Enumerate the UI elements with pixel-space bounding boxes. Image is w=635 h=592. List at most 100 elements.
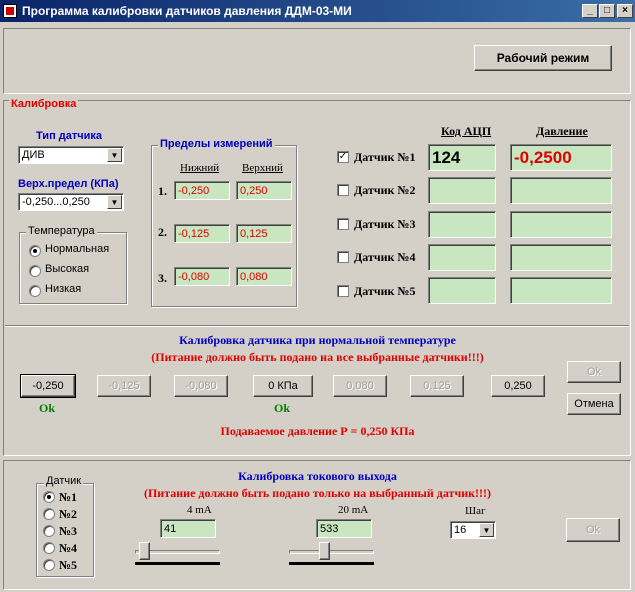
- step-select[interactable]: 16 ▼: [450, 521, 496, 539]
- sensor-select-title: Датчик: [44, 475, 84, 487]
- slider-thumb[interactable]: [139, 542, 150, 560]
- sensor-type-value: ДИВ: [22, 149, 45, 161]
- calib-ok-button[interactable]: Ok: [567, 361, 621, 383]
- ma20-value-field[interactable]: 533: [316, 519, 372, 538]
- slider-thumb[interactable]: [319, 542, 330, 560]
- temp-high-radio[interactable]: [29, 265, 41, 277]
- divider: [5, 325, 629, 327]
- sensor-5-pressure-field[interactable]: [510, 277, 612, 304]
- limit-lower-1-field[interactable]: -0,250: [174, 181, 230, 200]
- sensor-radio-label: №5: [59, 558, 78, 572]
- pressure-header: Давление: [536, 124, 588, 138]
- sensor-3-pressure-field[interactable]: [510, 211, 612, 238]
- sensor-3-label: Датчик №3: [354, 217, 416, 231]
- sensor-radio-3[interactable]: [43, 525, 55, 537]
- ma20-slider[interactable]: [289, 542, 374, 565]
- sensor-5-label: Датчик №5: [354, 284, 416, 298]
- calib-point-m0080-button[interactable]: -0,080: [174, 375, 228, 397]
- calib-cancel-button[interactable]: Отмена: [567, 393, 621, 415]
- normal-calib-title: Калибровка датчика при нормальной темпер…: [179, 333, 456, 347]
- limit-lower-3-field[interactable]: -0,080: [174, 267, 230, 286]
- temp-normal-radio[interactable]: [29, 245, 41, 257]
- limit-upper-1-field[interactable]: 0,250: [236, 181, 292, 200]
- ma4-slider[interactable]: [135, 542, 220, 565]
- sensor-radio-label: №3: [59, 524, 78, 538]
- slider-underline: [289, 562, 374, 565]
- ok-status-2: Ok: [274, 401, 291, 415]
- current-output-title: Калибровка токового выхода: [238, 469, 397, 483]
- temp-normal-label: Нормальная: [45, 243, 110, 255]
- slider-track: [289, 550, 374, 554]
- applied-pressure-text: Подаваемое давление Р = 0,250 КПа: [220, 424, 415, 438]
- sensor-1-checkbox[interactable]: ✓: [337, 151, 349, 163]
- current-ok-button[interactable]: Ok: [566, 518, 620, 542]
- window-title: Программа калибровки датчиков давления Д…: [22, 4, 352, 18]
- sensor-5-checkbox[interactable]: [337, 285, 349, 297]
- sensor-radio-label: №2: [59, 507, 78, 521]
- sensor-1-adc-field[interactable]: 124: [428, 144, 496, 171]
- upper-limit-select[interactable]: -0,250...0,250 ▼: [18, 193, 124, 211]
- limit-upper-2-field[interactable]: 0,125: [236, 224, 292, 243]
- ma4-value-field[interactable]: 41: [160, 519, 216, 538]
- temperature-title: Температура: [26, 225, 97, 237]
- calib-point-zero-button[interactable]: 0 КПа: [253, 375, 313, 397]
- close-button[interactable]: ×: [617, 4, 633, 18]
- sensor-2-checkbox[interactable]: [337, 184, 349, 196]
- chevron-down-icon[interactable]: ▼: [107, 195, 122, 209]
- limits-lower-header: Нижний: [180, 162, 220, 174]
- work-mode-button[interactable]: Рабочий режим: [474, 45, 612, 71]
- chevron-down-icon[interactable]: ▼: [107, 148, 122, 162]
- limit-lower-2-field[interactable]: -0,125: [174, 224, 230, 243]
- app-icon: [3, 4, 17, 18]
- limit-upper-3-field[interactable]: 0,080: [236, 267, 292, 286]
- sensor-4-pressure-field[interactable]: [510, 244, 612, 271]
- calib-point-p0080-button[interactable]: 0,080: [333, 375, 387, 397]
- calib-point-p0250-button[interactable]: 0,250: [491, 375, 545, 397]
- calib-point-p0125-button[interactable]: 0,125: [410, 375, 464, 397]
- step-label: Шаг: [465, 505, 486, 517]
- limits-row-num: 3.: [158, 271, 167, 285]
- sensor-1-label: Датчик №1: [354, 150, 416, 164]
- sensor-4-adc-field[interactable]: [428, 244, 496, 271]
- temp-low-radio[interactable]: [29, 285, 41, 297]
- limits-title: Пределы измерений: [158, 138, 275, 150]
- step-value: 16: [454, 524, 467, 536]
- limits-upper-header: Верхний: [242, 162, 283, 174]
- sensor-1-pressure-field[interactable]: -0,2500: [510, 144, 612, 171]
- current-output-warning: (Питание должно быть подано только на вы…: [143, 486, 492, 500]
- ma4-label: 4 mA: [187, 504, 212, 516]
- calib-point-m0250-button[interactable]: -0,250: [20, 374, 76, 398]
- sensor-3-checkbox[interactable]: [337, 218, 349, 230]
- sensor-2-adc-field[interactable]: [428, 177, 496, 204]
- upper-limit-label: Верх.предел (КПа): [18, 178, 119, 190]
- calibration-group-title: Калибровка: [9, 98, 79, 110]
- limits-row-num: 1.: [158, 184, 167, 198]
- sensor-radio-2[interactable]: [43, 508, 55, 520]
- limits-row-num: 2.: [158, 225, 167, 239]
- sensor-3-adc-field[interactable]: [428, 211, 496, 238]
- sensor-4-label: Датчик №4: [354, 250, 416, 264]
- calib-point-m0125-button[interactable]: -0,125: [97, 375, 151, 397]
- sensor-type-select[interactable]: ДИВ ▼: [18, 146, 124, 164]
- upper-limit-value: -0,250...0,250: [22, 196, 90, 208]
- temp-low-label: Низкая: [45, 283, 82, 295]
- sensor-radio-4[interactable]: [43, 542, 55, 554]
- maximize-button[interactable]: □: [599, 4, 615, 18]
- sensor-radio-label: №4: [59, 541, 78, 555]
- minimize-button[interactable]: _: [582, 4, 598, 18]
- sensor-radio-5[interactable]: [43, 559, 55, 571]
- sensor-type-label: Тип датчика: [36, 130, 103, 142]
- sensor-5-adc-field[interactable]: [428, 277, 496, 304]
- sensor-2-pressure-field[interactable]: [510, 177, 612, 204]
- title-bar: Программа калибровки датчиков давления Д…: [0, 0, 635, 22]
- adc-header: Код АЦП: [441, 124, 492, 138]
- chevron-down-icon[interactable]: ▼: [479, 523, 494, 537]
- sensor-radio-1[interactable]: [43, 491, 55, 503]
- sensor-radio-label: №1: [59, 490, 78, 504]
- slider-underline: [135, 562, 220, 565]
- sensor-2-label: Датчик №2: [354, 183, 416, 197]
- normal-calib-warning: (Питание должно быть подано на все выбра…: [151, 350, 484, 364]
- temp-high-label: Высокая: [45, 263, 90, 275]
- sensor-4-checkbox[interactable]: [337, 251, 349, 263]
- ma20-label: 20 mA: [338, 504, 369, 516]
